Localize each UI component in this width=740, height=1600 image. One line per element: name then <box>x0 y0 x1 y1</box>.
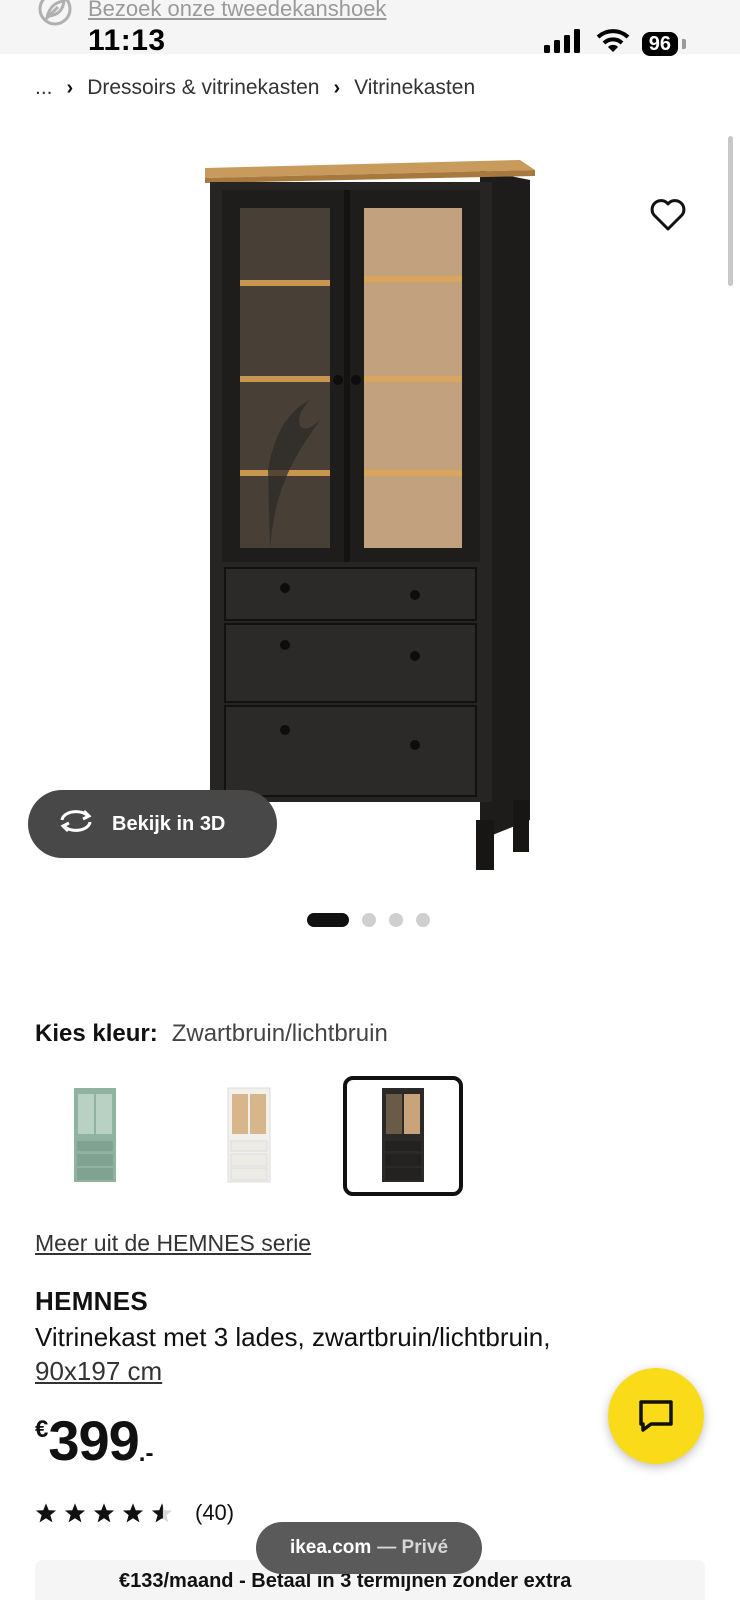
view-3d-label: Bekijk in 3D <box>112 812 226 835</box>
signal-icon <box>543 29 584 58</box>
browser-private-mode: — Privé <box>377 1537 449 1558</box>
chat-button[interactable] <box>608 1368 704 1464</box>
favorite-button[interactable] <box>650 198 686 234</box>
page-scrollbar[interactable] <box>728 136 733 286</box>
gallery-dot-2[interactable] <box>362 913 376 927</box>
breadcrumb-vitrinekasten[interactable]: Vitrinekasten <box>354 76 475 100</box>
leaf-icon <box>36 0 74 28</box>
product-description-text: Vitrinekast met 3 lades, zwartbruin/lich… <box>35 1322 551 1352</box>
price-currency: € <box>35 1416 49 1443</box>
chat-icon <box>639 1400 673 1432</box>
color-label: Kies kleur: <box>35 1020 158 1047</box>
product-rating[interactable]: (40) <box>35 1500 234 1526</box>
rating-count: (40) <box>195 1500 235 1525</box>
product-brand: HEMNES <box>35 1286 149 1316</box>
star-icon <box>93 1503 115 1523</box>
star-icon <box>122 1503 144 1523</box>
price-amount: 399 <box>48 1409 139 1472</box>
chevron-right-icon: › <box>66 76 74 99</box>
browser-domain: ikea.com <box>289 1537 372 1558</box>
color-swatch-blackbrown[interactable] <box>343 1076 463 1196</box>
series-link[interactable]: Meer uit de HEMNES serie <box>35 1230 311 1257</box>
battery-indicator: 96 <box>641 31 678 56</box>
browser-url-pill[interactable]: ikea.com — Privé <box>256 1522 482 1574</box>
view-3d-button[interactable]: Bekijk in 3D <box>28 790 277 858</box>
clock: 11:13 <box>88 24 166 57</box>
gallery-dot-3[interactable] <box>389 913 403 927</box>
half-star-icon <box>151 1503 173 1523</box>
gallery-dot-1[interactable] <box>307 913 349 927</box>
price-suffix: .- <box>138 1440 154 1467</box>
star-icon <box>35 1503 57 1523</box>
color-swatches <box>35 1076 463 1196</box>
breadcrumb-ellipsis[interactable]: ... <box>35 76 53 100</box>
wifi-icon <box>596 28 630 59</box>
battery-cap <box>682 38 686 49</box>
product-image[interactable] <box>0 120 740 900</box>
color-chooser: Kies kleur: Zwartbruin/lichtbruin <box>35 1020 388 1048</box>
rating-stars <box>35 1502 173 1524</box>
product-price: € 399 .- <box>35 1410 153 1472</box>
product-description: Vitrinekast met 3 lades, zwartbruin/lich… <box>35 1320 655 1388</box>
color-swatch-white[interactable] <box>189 1076 309 1196</box>
color-swatch-green[interactable] <box>35 1076 155 1196</box>
chevron-right-icon: › <box>333 76 341 99</box>
gallery-pagination <box>307 913 430 927</box>
rotate-3d-icon <box>58 808 94 840</box>
color-selected-value: Zwartbruin/lichtbruin <box>171 1020 388 1047</box>
star-icon <box>64 1503 86 1523</box>
gallery-dot-4[interactable] <box>416 913 430 927</box>
product-size-link[interactable]: 90x197 cm <box>35 1356 162 1386</box>
breadcrumb: ... › Dressoirs & vitrinekasten › Vitrin… <box>35 76 475 100</box>
status-icons: 96 <box>543 28 686 59</box>
promo-banner[interactable]: Bezoek onze tweedekanshoek <box>36 0 386 26</box>
breadcrumb-dressoirs[interactable]: Dressoirs & vitrinekasten <box>87 76 319 100</box>
heart-icon <box>650 199 686 231</box>
promo-link[interactable]: Bezoek onze tweedekanshoek <box>88 0 386 22</box>
